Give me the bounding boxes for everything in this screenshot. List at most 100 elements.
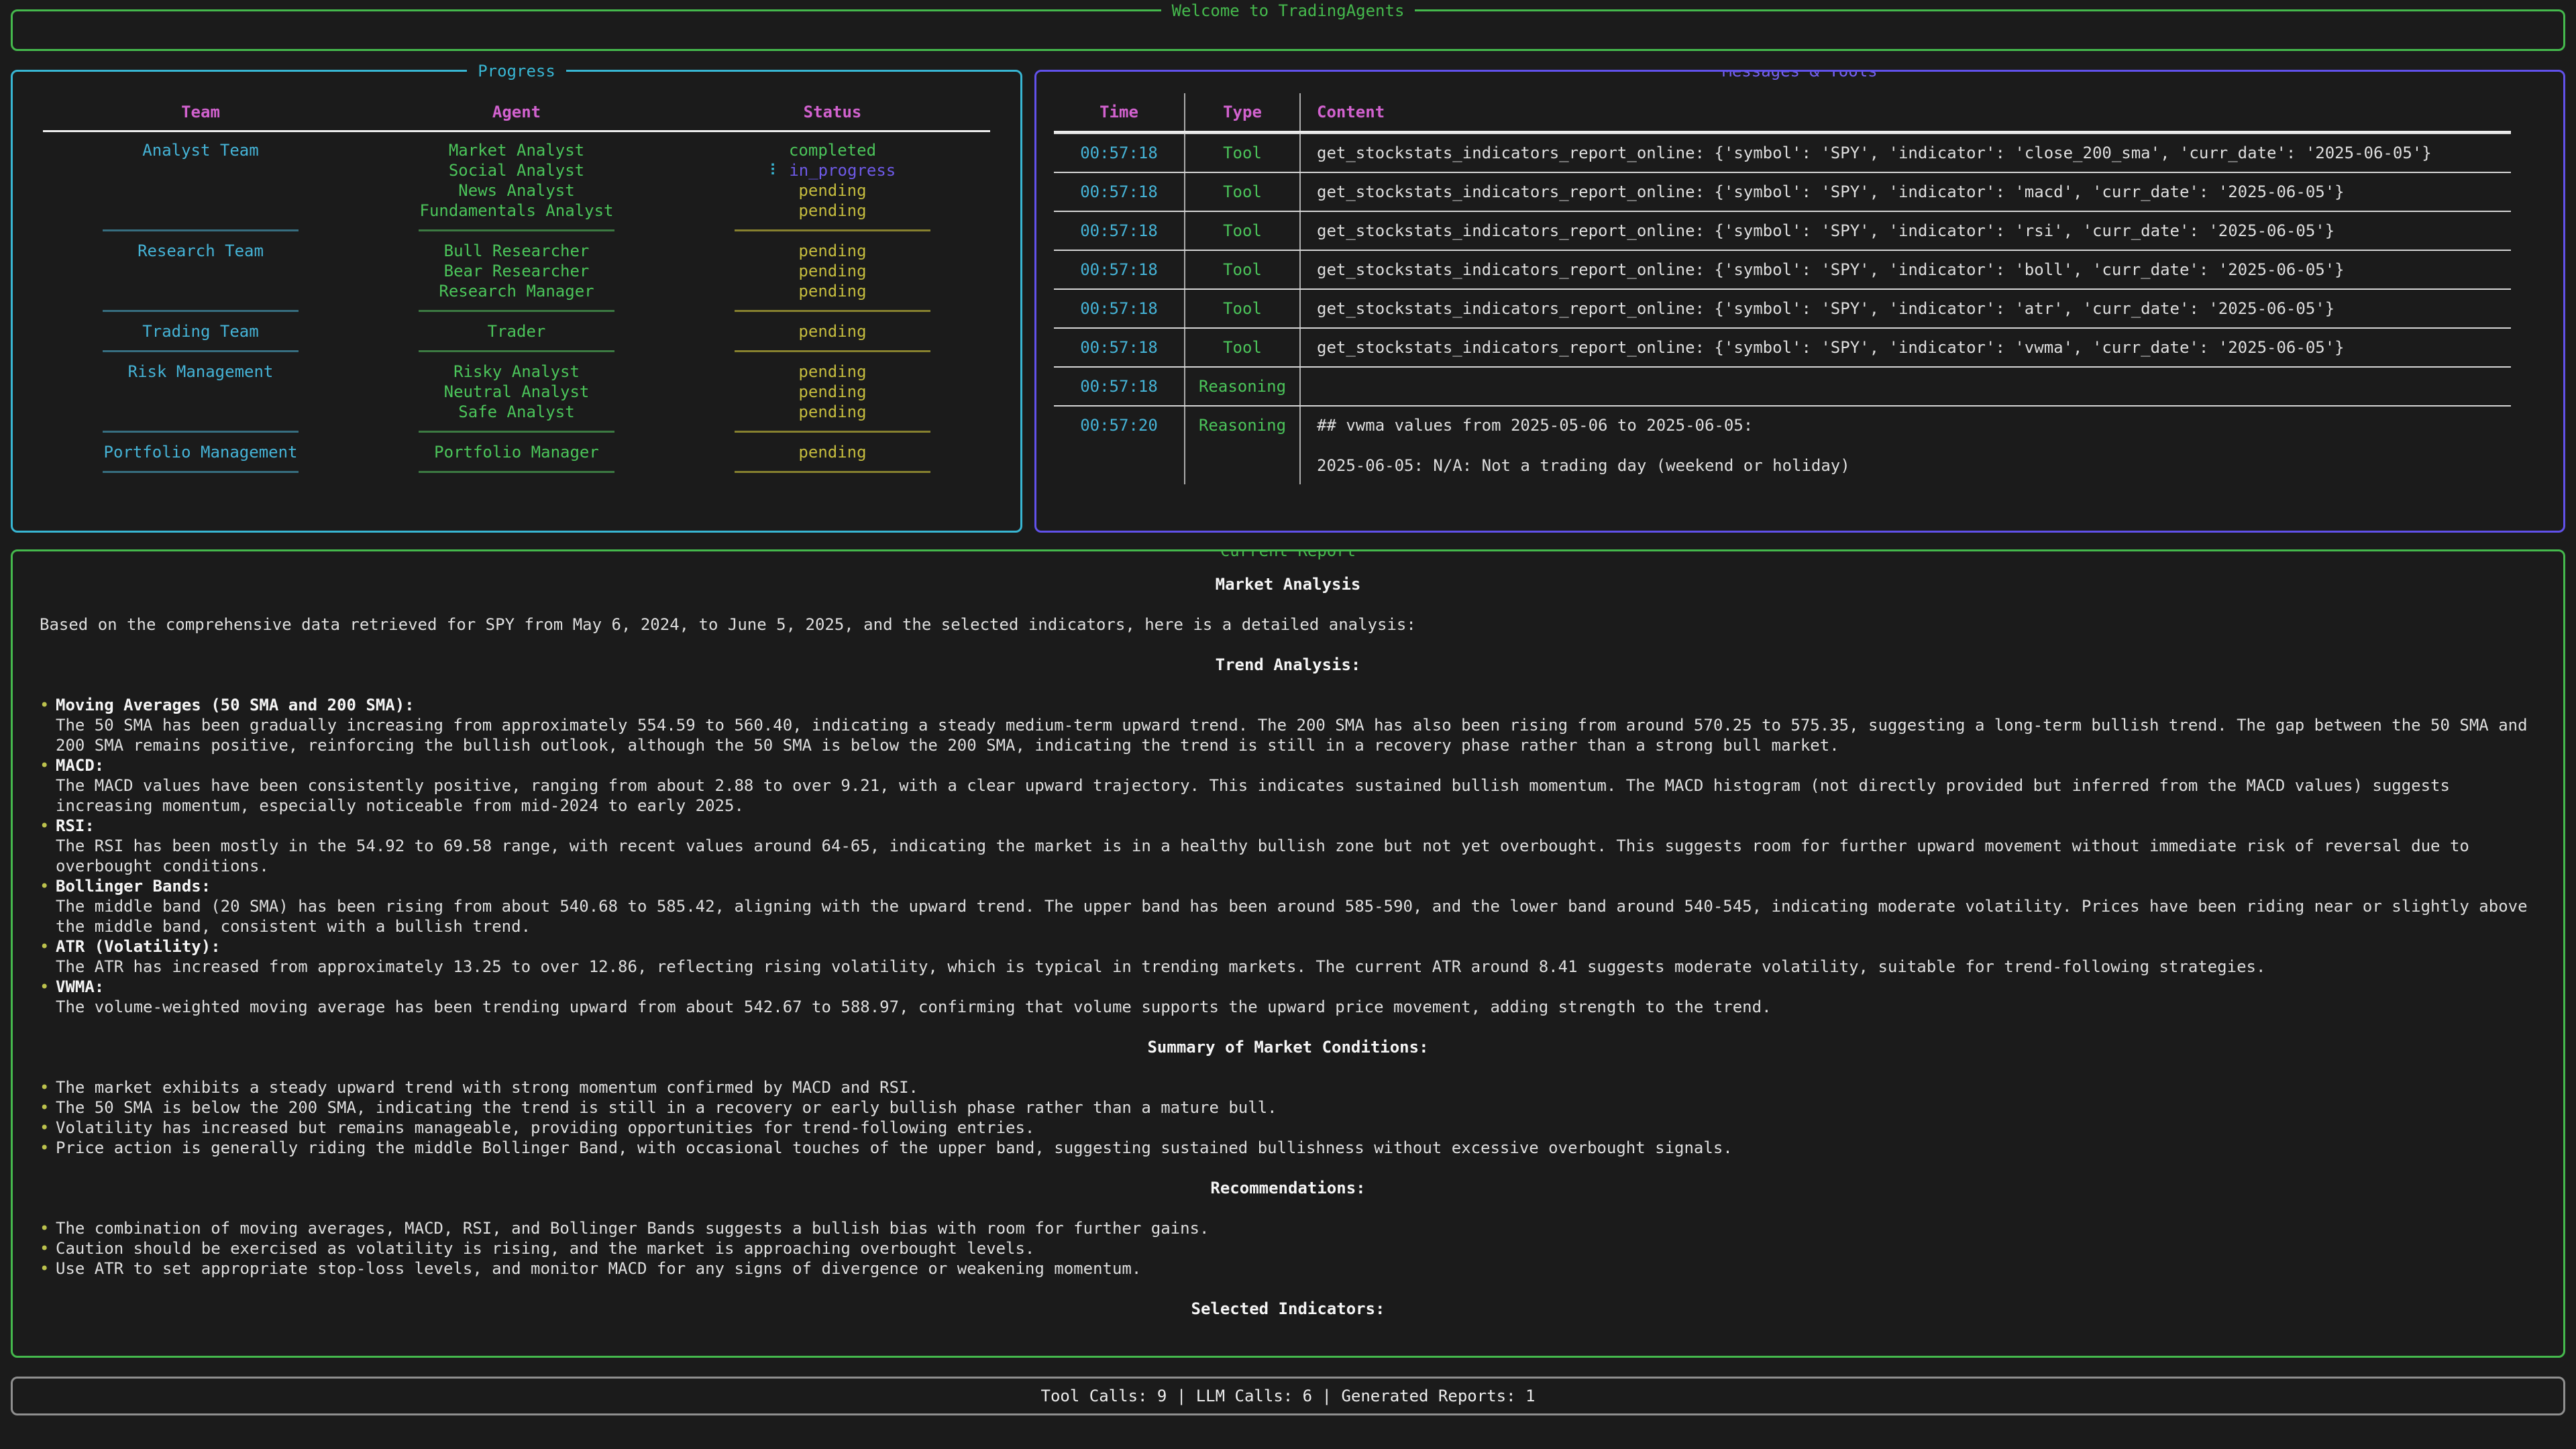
report-intro: Based on the comprehensive data retrieve… bbox=[40, 614, 2536, 635]
status-badge: pending bbox=[675, 362, 990, 382]
agent-name: Neutral Analyst bbox=[358, 382, 675, 402]
bullet-marker-icon: • bbox=[40, 876, 56, 936]
column-header-agent: Agent bbox=[358, 102, 675, 122]
bullet-item: • Bollinger Bands: The middle band (20 S… bbox=[40, 876, 2536, 936]
bullet-marker-icon: • bbox=[40, 816, 56, 876]
bullet-title: ATR (Volatility): bbox=[56, 936, 2536, 957]
report-heading-recommendations: Recommendations: bbox=[40, 1178, 2536, 1198]
welcome-panel: Welcome to TradingAgents bbox=[11, 9, 2565, 51]
team-name: Analyst Team bbox=[43, 140, 358, 160]
bullet-marker-icon: • bbox=[40, 977, 56, 1017]
status-badge: pending bbox=[675, 321, 990, 341]
column-header-content: Content bbox=[1301, 93, 2511, 131]
agent-name: Risky Analyst bbox=[358, 362, 675, 382]
progress-row: Fundamentals Analyst pending bbox=[43, 201, 990, 221]
bullet-marker-icon: • bbox=[40, 1258, 56, 1279]
message-type: Tool bbox=[1185, 290, 1301, 327]
bullet-title: VWMA: bbox=[56, 977, 2536, 997]
agent-name: Safe Analyst bbox=[358, 402, 675, 422]
progress-panel: Progress Team Agent Status Analyst Team … bbox=[11, 70, 1022, 533]
bullet-marker-icon: • bbox=[40, 1218, 56, 1238]
progress-row: Safe Analyst pending bbox=[43, 402, 990, 422]
message-content bbox=[1301, 368, 2511, 405]
team-name: Trading Team bbox=[43, 321, 358, 341]
message-row: 00:57:18 Tool get_stockstats_indicators_… bbox=[1054, 250, 2511, 288]
bullet-marker-icon: • bbox=[40, 755, 56, 816]
status-badge: pending bbox=[675, 442, 990, 462]
bullet-item: • Price action is generally riding the m… bbox=[40, 1138, 2536, 1158]
progress-row: Research Team Bull Researcher pending bbox=[43, 241, 990, 261]
column-header-status: Status bbox=[675, 102, 990, 122]
team-name: Research Team bbox=[43, 241, 358, 261]
message-time: 00:57:18 bbox=[1054, 368, 1185, 405]
group-separator bbox=[43, 422, 990, 442]
message-content: get_stockstats_indicators_report_online:… bbox=[1301, 290, 2511, 327]
bullet-title: Bollinger Bands: bbox=[56, 876, 2536, 896]
message-content: get_stockstats_indicators_report_online:… bbox=[1301, 251, 2511, 288]
stats-text: Tool Calls: 9 | LLM Calls: 6 | Generated… bbox=[13, 1379, 2563, 1413]
message-content: ## vwma values from 2025-05-06 to 2025-0… bbox=[1301, 407, 2511, 484]
status-badge: pending bbox=[675, 241, 990, 261]
bullet-item: • Use ATR to set appropriate stop-loss l… bbox=[40, 1258, 2536, 1279]
message-type: Tool bbox=[1185, 329, 1301, 366]
bullet-marker-icon: • bbox=[40, 1118, 56, 1138]
column-header-type: Type bbox=[1185, 93, 1301, 131]
group-separator bbox=[43, 341, 990, 362]
message-row: 00:57:18 Reasoning bbox=[1054, 366, 2511, 405]
tradingagents-app: Welcome to TradingAgents Progress Team A… bbox=[0, 0, 2576, 1425]
message-row: 00:57:18 Tool get_stockstats_indicators_… bbox=[1054, 211, 2511, 250]
agent-name: Portfolio Manager bbox=[358, 442, 675, 462]
bullet-marker-icon: • bbox=[40, 1097, 56, 1118]
bullet-body: The 50 SMA has been gradually increasing… bbox=[56, 715, 2536, 755]
agent-name: News Analyst bbox=[358, 180, 675, 201]
progress-row: Portfolio Management Portfolio Manager p… bbox=[43, 442, 990, 462]
bullet-body: The combination of moving averages, MACD… bbox=[56, 1218, 2536, 1238]
status-badge: ⠇ in_progress bbox=[675, 160, 990, 180]
group-separator bbox=[43, 221, 990, 241]
progress-row: Research Manager pending bbox=[43, 281, 990, 301]
agent-name: Trader bbox=[358, 321, 675, 341]
status-badge: pending bbox=[675, 402, 990, 422]
agent-name: Research Manager bbox=[358, 281, 675, 301]
status-badge: pending bbox=[675, 261, 990, 281]
progress-row: Analyst Team Market Analyst completed bbox=[43, 140, 990, 160]
bullet-body: Price action is generally riding the mid… bbox=[56, 1138, 2536, 1158]
report-heading-trend: Trend Analysis: bbox=[40, 655, 2536, 675]
main-row: Progress Team Agent Status Analyst Team … bbox=[11, 70, 2565, 533]
bullet-marker-icon: • bbox=[40, 936, 56, 977]
bullet-item: • The combination of moving averages, MA… bbox=[40, 1218, 2536, 1238]
bullet-body: The RSI has been mostly in the 54.92 to … bbox=[56, 836, 2536, 876]
messages-table: Time Type Content 00:57:18 Tool get_stoc… bbox=[1054, 93, 2511, 484]
message-type: Tool bbox=[1185, 173, 1301, 211]
report-body: Market Analysis Based on the comprehensi… bbox=[13, 551, 2563, 1319]
bullet-item: • RSI: The RSI has been mostly in the 54… bbox=[40, 816, 2536, 876]
team-name: Risk Management bbox=[43, 362, 358, 382]
agent-name: Social Analyst bbox=[358, 160, 675, 180]
group-separator bbox=[43, 301, 990, 321]
welcome-panel-title: Welcome to TradingAgents bbox=[13, 1, 2563, 21]
message-time: 00:57:18 bbox=[1054, 212, 1185, 250]
bullet-item: • Volatility has increased but remains m… bbox=[40, 1118, 2536, 1138]
status-badge: pending bbox=[675, 281, 990, 301]
column-header-team: Team bbox=[43, 102, 358, 122]
progress-row: Trading Team Trader pending bbox=[43, 321, 990, 341]
report-heading-summary: Summary of Market Conditions: bbox=[40, 1037, 2536, 1057]
message-time: 00:57:18 bbox=[1054, 134, 1185, 172]
bullet-item: • Caution should be exercised as volatil… bbox=[40, 1238, 2536, 1258]
messages-header-row: Time Type Content bbox=[1054, 93, 2511, 133]
message-type: Reasoning bbox=[1185, 368, 1301, 405]
bullet-title: RSI: bbox=[56, 816, 2536, 836]
progress-title-text: Progress bbox=[467, 62, 566, 80]
message-time: 00:57:20 bbox=[1054, 407, 1185, 484]
status-badge: pending bbox=[675, 201, 990, 221]
agent-name: Bear Researcher bbox=[358, 261, 675, 281]
bullet-body: Volatility has increased but remains man… bbox=[56, 1118, 2536, 1138]
progress-row: Neutral Analyst pending bbox=[43, 382, 990, 402]
bullet-item: • The market exhibits a steady upward tr… bbox=[40, 1077, 2536, 1097]
progress-row: Bear Researcher pending bbox=[43, 261, 990, 281]
bullet-item: • Moving Averages (50 SMA and 200 SMA): … bbox=[40, 695, 2536, 755]
bullet-item: • The 50 SMA is below the 200 SMA, indic… bbox=[40, 1097, 2536, 1118]
messages-title-text: Messages & Tools bbox=[1711, 70, 1888, 80]
status-badge: pending bbox=[675, 382, 990, 402]
progress-row: News Analyst pending bbox=[43, 180, 990, 201]
